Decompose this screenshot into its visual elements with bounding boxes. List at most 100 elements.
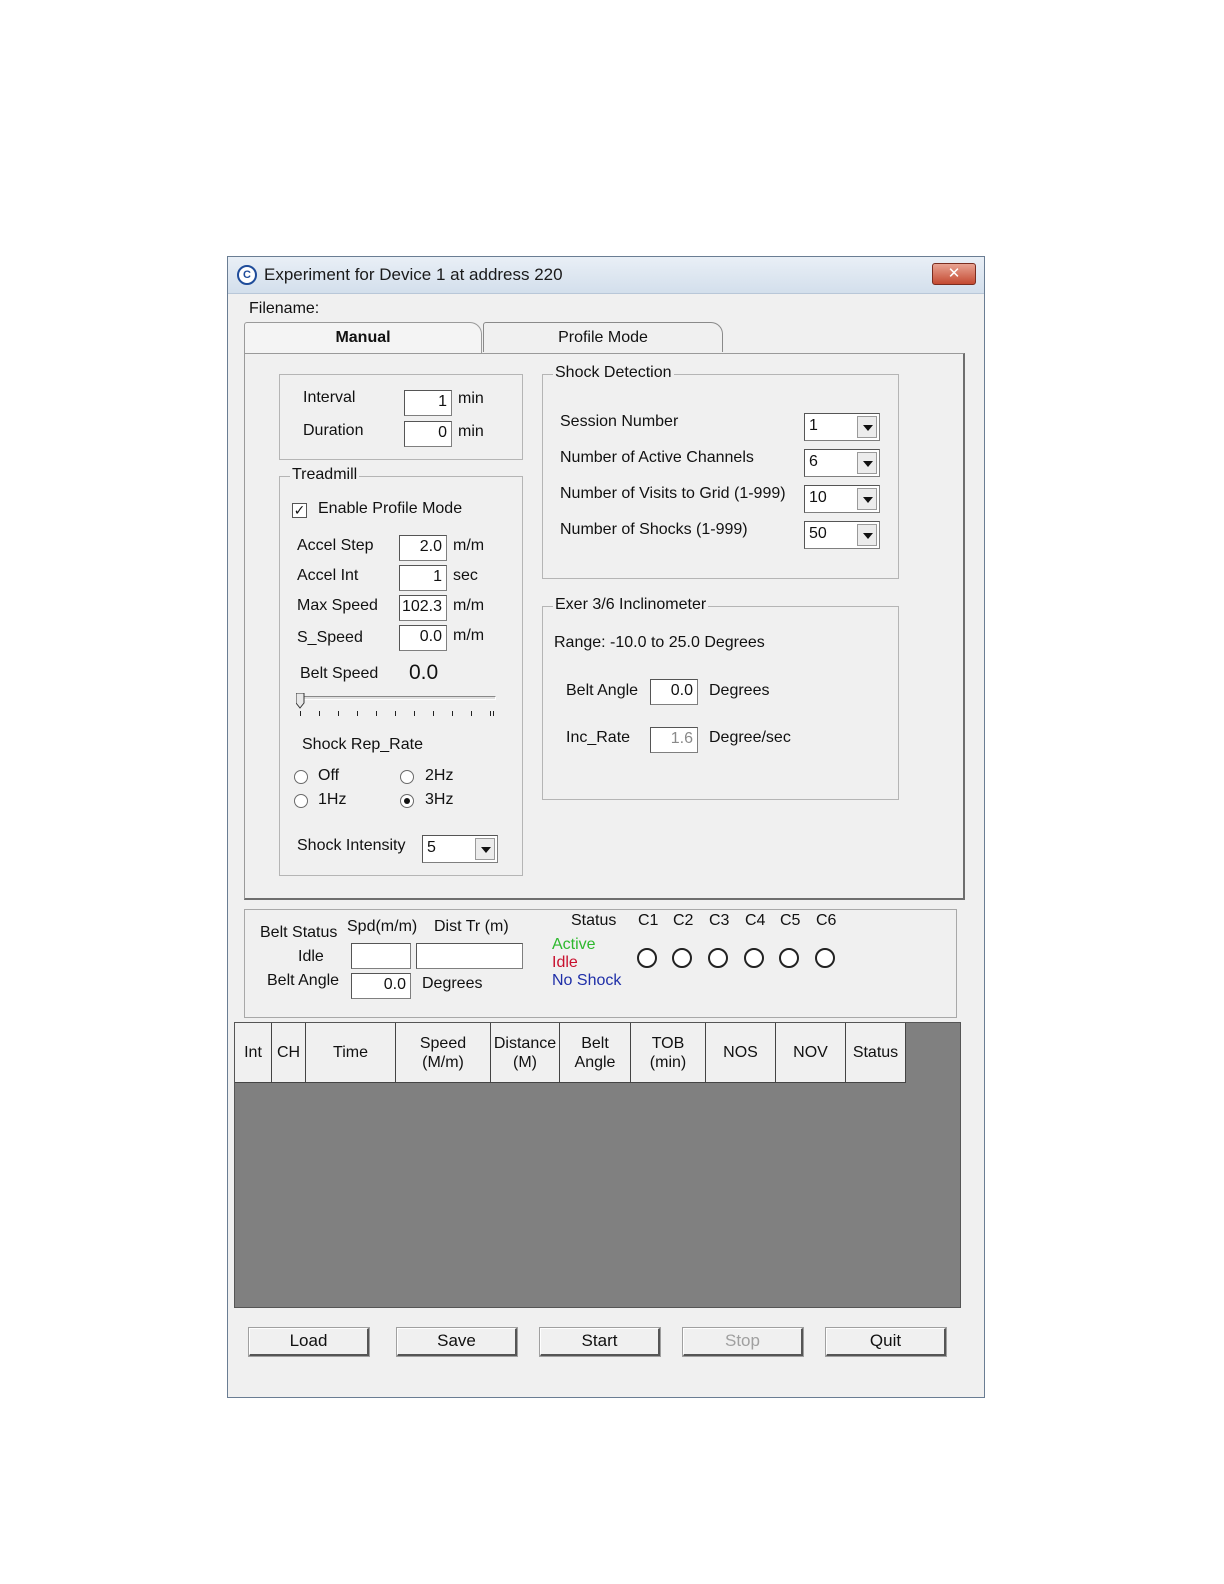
close-button[interactable]: ✕ [932,263,976,285]
chevron-down-icon[interactable] [857,488,877,510]
treadmill-group-title: Treadmill [290,466,360,484]
shock-rep-rate-label: Shock Rep_Rate [302,736,423,753]
accel-step-input[interactable]: 2.0 [399,535,447,561]
belt-speed-value: 0.0 [409,661,439,684]
channel-indicator-c5 [779,948,799,968]
inc-rate-unit: Degree/sec [709,729,791,746]
inclinometer-belt-angle-unit: Degrees [709,682,770,699]
column-header-int[interactable]: Int [235,1023,272,1083]
legend-active: Active [552,936,596,953]
rate-1hz-label: 1Hz [318,791,347,808]
duration-label: Duration [303,422,364,439]
slider-tick [338,711,339,716]
save-button[interactable]: Save [396,1327,518,1357]
channel-label-c6: C6 [816,912,837,929]
inclinometer-belt-angle-input[interactable]: 0.0 [650,679,698,705]
channel-indicator-c3 [708,948,728,968]
column-header-nov[interactable]: NOV [776,1023,846,1083]
rate-1hz-radio[interactable] [294,794,308,808]
slider-tick [414,711,415,716]
active-channels-label: Number of Active Channels [560,449,754,466]
column-header-nos[interactable]: NOS [706,1023,776,1083]
chevron-down-icon[interactable] [857,524,877,546]
inclinometer-group: Exer 3/6 Inclinometer Range: -10.0 to 25… [542,596,899,800]
window-title: Experiment for Device 1 at address 220 [264,265,563,284]
shock-detection-title: Shock Detection [553,364,674,382]
stop-button[interactable]: Stop [682,1327,804,1357]
tab-profile-mode[interactable]: Profile Mode [483,322,723,352]
accel-int-label: Accel Int [297,567,359,584]
interval-input[interactable]: 1 [404,390,452,416]
inc-rate-input[interactable]: 1.6 [650,727,698,753]
inclinometer-range: Range: -10.0 to 25.0 Degrees [554,634,765,651]
rate-3hz-radio[interactable] [400,794,414,808]
max-speed-unit: m/m [453,597,485,614]
legend-idle: Idle [552,954,578,971]
channel-indicator-c2 [672,948,692,968]
column-header-time[interactable]: Time [306,1023,396,1083]
interval-label: Interval [303,389,356,406]
header-text: Angle [574,1053,616,1071]
shock-detection-group: Shock Detection Session Number 1 Number … [542,364,899,579]
column-header-speed[interactable]: Speed (M/m) [396,1023,491,1083]
max-speed-input[interactable]: 102.3 [399,595,447,621]
header-text: (M/m) [422,1053,464,1071]
spd-label: Spd(m/m) [347,918,418,935]
start-button[interactable]: Start [539,1327,661,1357]
duration-input[interactable]: 0 [404,421,452,447]
header-text: CH [276,1044,301,1061]
active-channels-value: 6 [809,453,818,470]
shock-intensity-select[interactable]: 5 [422,835,498,863]
title-bar[interactable]: C Experiment for Device 1 at address 220… [228,257,984,294]
tab-manual[interactable]: Manual [244,322,482,355]
channel-label-c4: C4 [745,912,766,929]
chevron-down-icon[interactable] [857,452,877,474]
visits-label: Number of Visits to Grid (1-999) [560,485,786,502]
slider-tick [319,711,320,716]
column-header-distance[interactable]: Distance (M) [491,1023,560,1083]
chevron-down-icon[interactable] [857,416,877,438]
s-speed-input[interactable]: 0.0 [399,625,447,651]
slider-tick [395,711,396,716]
accel-int-input[interactable]: 1 [399,565,447,591]
header-text: Int [244,1044,262,1061]
session-number-label: Session Number [560,413,679,430]
column-header-ch[interactable]: CH [272,1023,306,1083]
enable-profile-label: Enable Profile Mode [318,500,463,517]
visits-select[interactable]: 10 [804,485,880,513]
header-text: NOS [723,1044,758,1061]
quit-button[interactable]: Quit [825,1327,947,1357]
close-icon: ✕ [947,265,961,282]
shocks-select[interactable]: 50 [804,521,880,549]
header-text: Speed [419,1034,467,1052]
column-header-tob[interactable]: TOB (min) [631,1023,706,1083]
session-number-value: 1 [809,417,818,434]
legend-no-shock: No Shock [552,972,622,989]
accel-step-label: Accel Step [297,537,374,554]
slider-tick [357,711,358,716]
filename-label: Filename: [249,300,320,317]
timing-group: Interval 1 min Duration 0 min [279,374,523,460]
column-header-belt-angle[interactable]: Belt Angle [560,1023,631,1083]
load-button[interactable]: Load [248,1327,370,1357]
active-channels-select[interactable]: 6 [804,449,880,477]
rate-off-radio[interactable] [294,770,308,784]
inc-rate-label: Inc_Rate [566,729,631,746]
slider-tick [493,711,494,716]
header-text: TOB [651,1034,685,1052]
manual-tab-panel: Interval 1 min Duration 0 min Treadmill … [244,353,965,900]
chevron-down-icon[interactable] [475,838,495,860]
rate-2hz-radio[interactable] [400,770,414,784]
shocks-label: Number of Shocks (1-999) [560,521,748,538]
inclinometer-belt-angle-label: Belt Angle [566,682,639,699]
rate-3hz-label: 3Hz [425,791,454,808]
treadmill-group: Treadmill ✓ Enable Profile Mode Accel St… [279,466,523,876]
belt-speed-slider[interactable] [295,692,498,719]
slider-thumb[interactable] [295,692,305,709]
column-header-status[interactable]: Status [846,1023,906,1083]
app-logo-icon: C [237,265,257,285]
results-table[interactable]: Int CH Time Speed (M/m) Distance (M) Bel… [234,1022,961,1308]
status-panel: Belt Status Idle Spd(m/m) Dist Tr (m) Be… [244,909,957,1018]
enable-profile-checkbox[interactable]: ✓ [292,503,307,518]
session-number-select[interactable]: 1 [804,413,880,441]
